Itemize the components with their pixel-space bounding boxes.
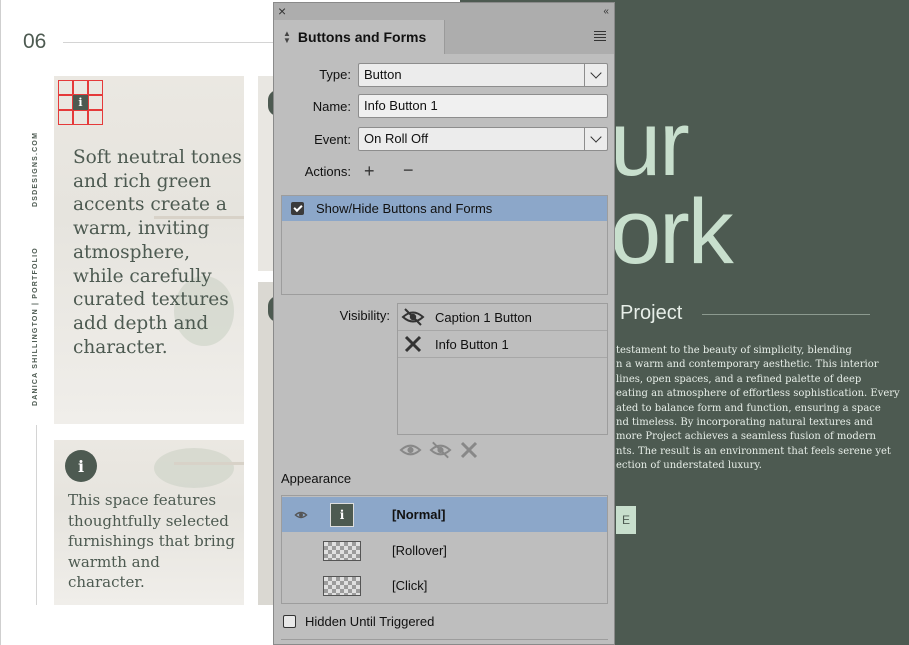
heading-line-2: ork (610, 181, 734, 283)
x-ignore-icon[interactable] (398, 335, 428, 353)
appearance-list: i [Normal] [Rollover] [Click] (281, 495, 608, 604)
page-number: 06 (23, 30, 47, 53)
state-label: [Click] (392, 578, 428, 593)
type-value: Button (364, 67, 402, 82)
x-ignore-icon[interactable] (459, 441, 479, 461)
eye-icon[interactable] (282, 510, 320, 520)
remove-action-icon[interactable]: − (403, 160, 414, 181)
state-thumbnail (323, 575, 361, 597)
project-rule (702, 314, 870, 315)
hidden-until-triggered[interactable]: Hidden Until Triggered (283, 614, 434, 629)
vertical-rule (36, 425, 37, 605)
list-item[interactable]: Info Button 1 (398, 331, 607, 358)
panel-divider (281, 639, 608, 640)
event-select[interactable]: On Roll Off (358, 127, 608, 151)
tab-label: Buttons and Forms (297, 29, 427, 45)
state-normal[interactable]: i [Normal] (282, 497, 607, 532)
page-button-stub[interactable]: E (616, 506, 636, 534)
appearance-title: Appearance (281, 471, 352, 486)
actions-label: Actions: (304, 164, 351, 179)
tab-buttons-and-forms[interactable]: ▲ ▼ Buttons and Forms (274, 20, 445, 54)
heading-line-1: ur (610, 93, 690, 195)
text-card-small: i This space features thoughtfully selec… (54, 440, 244, 605)
vertical-credit-text: DANICA SHILLINGTON | PORTFOLIO (32, 247, 39, 406)
visibility-list: Caption 1 Button Info Button 1 (397, 303, 608, 435)
actions-list: Show/Hide Buttons and Forms (281, 195, 608, 295)
hidden-until-triggered-label: Hidden Until Triggered (305, 614, 435, 629)
close-icon[interactable]: × (278, 3, 286, 20)
eye-hide-icon[interactable] (429, 441, 452, 461)
info-icon: i (330, 502, 354, 527)
event-value: On Roll Off (364, 131, 429, 146)
panel-tabbar: ▲ ▼ Buttons and Forms (274, 20, 614, 54)
list-item[interactable]: Show/Hide Buttons and Forms (282, 196, 607, 221)
type-label: Type: (319, 67, 351, 82)
action-item-label: Show/Hide Buttons and Forms (316, 201, 493, 216)
tab-order-icon[interactable]: ▲ ▼ (283, 30, 291, 45)
state-label: [Rollover] (392, 543, 447, 558)
text-card-large: Soft neutral tones and rich green accent… (54, 76, 244, 424)
image-card-hidden-2 (258, 282, 278, 605)
visibility-tools (399, 441, 479, 461)
info-button-selection[interactable]: i (58, 80, 103, 125)
state-thumbnail (323, 540, 361, 562)
add-action-icon[interactable]: + (364, 161, 375, 182)
type-select[interactable]: Button (358, 63, 608, 87)
info-circle-icon[interactable]: i (65, 450, 97, 482)
card-small-text: This space features thoughtfully selecte… (68, 491, 235, 592)
hidden-until-triggered-checkbox[interactable] (283, 615, 296, 628)
eye-hide-icon[interactable] (398, 308, 428, 326)
info-icon[interactable]: i (73, 95, 88, 110)
state-rollover[interactable]: [Rollover] (282, 533, 607, 568)
image-card-hidden (258, 76, 278, 271)
chevron-down-icon[interactable] (584, 64, 607, 86)
visibility-item-label: Info Button 1 (435, 336, 509, 352)
chevron-down-icon[interactable] (584, 128, 607, 150)
project-description: testament to the beauty of simplicity, b… (616, 345, 900, 472)
name-input[interactable]: Info Button 1 (358, 94, 608, 118)
action-checkbox[interactable] (291, 202, 304, 215)
visibility-item-label: Caption 1 Button (435, 309, 532, 325)
event-label: Event: (314, 132, 351, 147)
eye-show-icon[interactable] (399, 441, 422, 461)
project-title: Project (620, 302, 683, 324)
card-large-text: Soft neutral tones and rich green accent… (73, 147, 242, 358)
name-label: Name: (312, 99, 351, 114)
state-click[interactable]: [Click] (282, 568, 607, 603)
collapse-icon[interactable]: ‹‹ (603, 3, 609, 20)
buttons-and-forms-panel: × ‹‹ ▲ ▼ Buttons and Forms Type: Button N… (273, 2, 615, 645)
state-thumbnail: i (323, 502, 361, 527)
panel-titlebar[interactable]: × ‹‹ (274, 3, 614, 21)
state-label: [Normal] (392, 507, 446, 522)
panel-menu-icon[interactable] (594, 31, 606, 43)
list-item[interactable]: Caption 1 Button (398, 304, 607, 331)
vertical-site-text: DSDESIGNS.COM (32, 131, 39, 207)
visibility-label: Visibility: (339, 308, 390, 323)
